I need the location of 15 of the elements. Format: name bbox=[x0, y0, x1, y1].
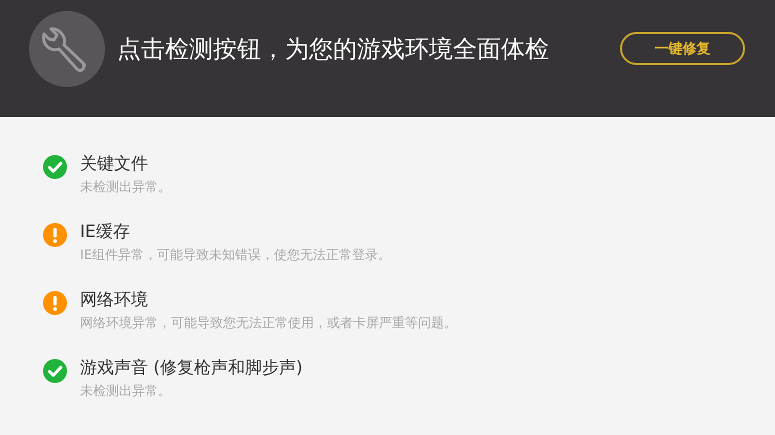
check-title: 网络环境 bbox=[80, 289, 149, 311]
check-description: IE组件异常，可能导致未知错误，使您无法正常登录。 bbox=[80, 247, 392, 265]
check-description: 网络环境异常，可能导致您无法正常使用，或者卡屏严重等问题。 bbox=[80, 315, 457, 333]
check-title: 游戏声音 (修复枪声和脚步声) bbox=[80, 357, 303, 379]
wrench-icon bbox=[29, 10, 105, 86]
warning-icon bbox=[43, 291, 67, 315]
header-title: 点击检测按钮，为您的游戏环境全面体检 bbox=[117, 34, 550, 64]
check-title: IE缓存 bbox=[80, 221, 131, 243]
check-description: 未检测出异常。 bbox=[80, 383, 172, 401]
one-click-fix-button[interactable]: 一键修复 bbox=[620, 32, 745, 65]
warning-icon bbox=[43, 223, 67, 247]
check-icon bbox=[43, 155, 67, 179]
check-description: 未检测出异常。 bbox=[80, 179, 171, 197]
check-icon bbox=[43, 359, 67, 383]
check-title: 关键文件 bbox=[80, 153, 149, 175]
